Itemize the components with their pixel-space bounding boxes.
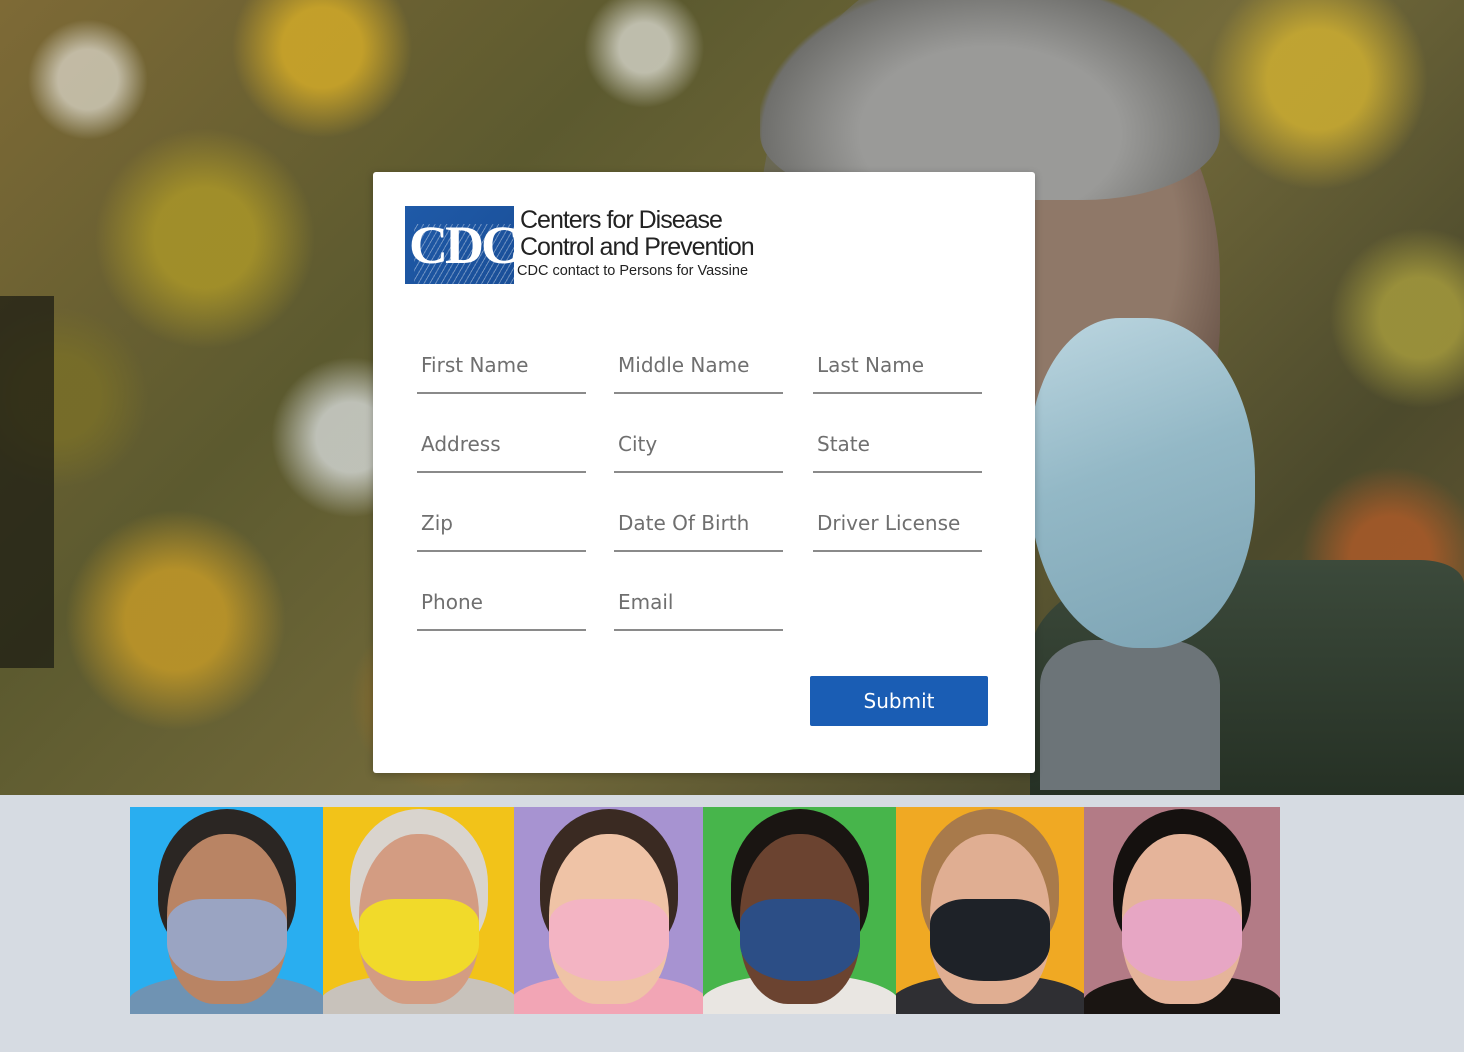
cdc-logo-abbr: CDC [409, 215, 514, 275]
cdc-logo-tagline: CDC contact to Persons for Vassine [517, 263, 749, 279]
banner-portrait-6 [1084, 807, 1280, 1014]
last-name-input[interactable] [813, 342, 978, 388]
portrait-face-mask [930, 899, 1050, 981]
state-input[interactable] [813, 421, 978, 467]
address-field [417, 421, 586, 473]
banner-portrait-2 [323, 807, 514, 1014]
portrait-face-mask [1122, 899, 1242, 981]
masked-faces-banner [130, 807, 1280, 1014]
zip-field [417, 500, 586, 552]
driver-license-field [813, 500, 982, 552]
zip-input[interactable] [417, 500, 582, 546]
city-input[interactable] [614, 421, 779, 467]
cdc-logo-line1: Centers for Disease [520, 206, 723, 234]
registration-form-card: CDC Centers for Disease Control and Prev… [373, 172, 1035, 773]
portrait-face-mask [548, 899, 669, 981]
portrait-face-mask [739, 899, 860, 981]
address-input[interactable] [417, 421, 582, 467]
last-name-field [813, 342, 982, 394]
middle-name-field [614, 342, 783, 394]
banner-portrait-5 [896, 807, 1084, 1014]
hero-face-mask [1030, 318, 1255, 648]
portrait-face-mask [358, 899, 479, 981]
phone-field [417, 579, 586, 631]
city-field [614, 421, 783, 473]
hero-person-scarf [1040, 640, 1220, 790]
phone-input[interactable] [417, 579, 582, 625]
driver-license-input[interactable] [813, 500, 978, 546]
first-name-field [417, 342, 586, 394]
first-name-input[interactable] [417, 342, 582, 388]
email-input[interactable] [614, 579, 779, 625]
hero-person-hair [760, 0, 1220, 200]
cdc-logo-mark: CDC [405, 206, 514, 284]
portrait-face-mask [166, 899, 287, 981]
hero-left-strip [0, 296, 54, 668]
banner-portrait-4 [703, 807, 896, 1014]
state-field [813, 421, 982, 473]
middle-name-input[interactable] [614, 342, 779, 388]
date-of-birth-field [614, 500, 783, 552]
banner-portrait-1 [130, 807, 323, 1014]
cdc-logo-line2: Control and Prevention [520, 233, 755, 261]
date-of-birth-input[interactable] [614, 500, 779, 546]
banner-portrait-3 [514, 807, 703, 1014]
submit-button[interactable]: Submit [810, 676, 988, 726]
email-field [614, 579, 783, 631]
cdc-logo: CDC Centers for Disease Control and Prev… [405, 206, 785, 286]
